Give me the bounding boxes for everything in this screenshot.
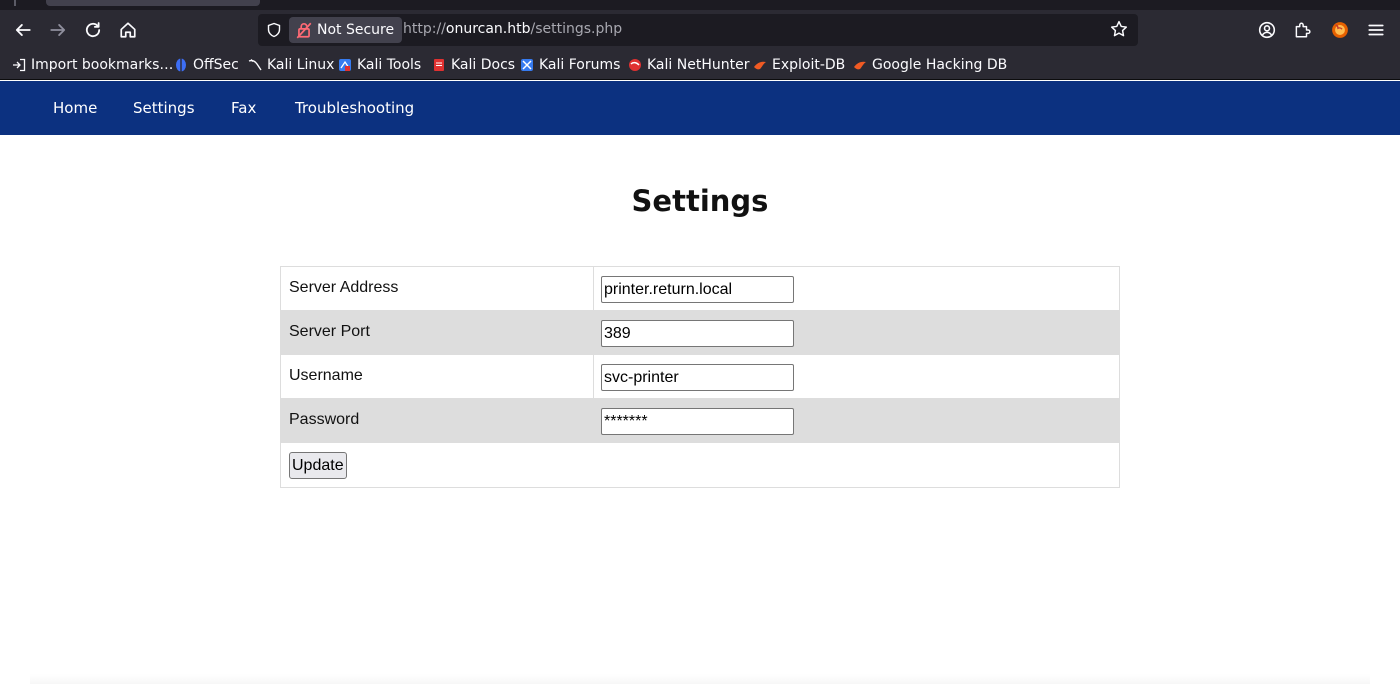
- url-bar[interactable]: Not Secure http://onurcan.htb/settings.p…: [258, 14, 1138, 46]
- server-address-input[interactable]: [601, 276, 794, 303]
- kali-tools-icon: [338, 58, 352, 72]
- kali-dragon-icon: [248, 58, 262, 72]
- offsec-icon: [174, 58, 188, 72]
- cell-divider: [593, 399, 594, 442]
- extensions-icon[interactable]: [1291, 19, 1313, 41]
- server-address-label: Server Address: [289, 279, 399, 296]
- active-tab[interactable]: [46, 0, 260, 6]
- bookmark-label: Exploit-DB: [772, 57, 846, 73]
- back-icon[interactable]: [9, 16, 37, 44]
- site-navbar: Home Settings Fax Troubleshooting: [0, 81, 1400, 135]
- username-label: Username: [289, 367, 363, 384]
- browser-toolbar: Not Secure http://onurcan.htb/settings.p…: [0, 10, 1400, 50]
- bookmark-kali-forums[interactable]: Kali Forums: [520, 55, 620, 75]
- bookmarks-toolbar: Import bookmarks… OffSec Kali Linux Kali…: [0, 50, 1400, 80]
- password-input[interactable]: [601, 408, 794, 435]
- table-row: Username: [281, 355, 1119, 399]
- bookmark-label: Kali Docs: [451, 57, 516, 73]
- bookmark-label: Kali NetHunter: [647, 57, 750, 73]
- table-row: Server Address: [281, 267, 1119, 311]
- update-button[interactable]: Update: [289, 452, 347, 479]
- ghdb-icon: [853, 58, 867, 72]
- bookmark-label: Kali Linux: [267, 57, 335, 73]
- table-row: Server Port: [281, 311, 1119, 355]
- tab-strip: [0, 0, 1400, 10]
- password-label: Password: [289, 411, 360, 428]
- nethunter-icon: [628, 58, 642, 72]
- bookmark-exploit-db[interactable]: Exploit-DB: [753, 55, 845, 75]
- firefox-icon[interactable]: [1329, 19, 1351, 41]
- nav-link-home[interactable]: Home: [53, 99, 97, 117]
- exploitdb-icon: [753, 58, 767, 72]
- url-path: /settings.php: [530, 21, 623, 37]
- server-port-label: Server Port: [289, 323, 370, 340]
- home-icon[interactable]: [114, 16, 142, 44]
- bookmark-import[interactable]: Import bookmarks…: [12, 55, 173, 75]
- tab-edge: [14, 0, 16, 6]
- kali-docs-icon: [432, 58, 446, 72]
- url-host: onurcan.htb: [445, 21, 531, 37]
- cell-divider: [593, 311, 594, 354]
- server-port-input[interactable]: [601, 320, 794, 347]
- star-icon[interactable]: [1110, 20, 1130, 40]
- table-row: Update: [281, 443, 1119, 487]
- reload-icon[interactable]: [79, 16, 107, 44]
- security-indicator[interactable]: Not Secure: [289, 17, 403, 43]
- table-row: Password: [281, 399, 1119, 443]
- bookmark-google-hacking-db[interactable]: Google Hacking DB: [853, 55, 1007, 75]
- menu-icon[interactable]: [1365, 19, 1387, 41]
- bookmark-kali-linux[interactable]: Kali Linux: [248, 55, 334, 75]
- nav-link-settings[interactable]: Settings: [133, 99, 195, 117]
- nav-link-fax[interactable]: Fax: [231, 99, 256, 117]
- cell-divider: [593, 267, 594, 310]
- bookmark-offsec[interactable]: OffSec: [174, 55, 239, 75]
- shield-icon[interactable]: [264, 20, 284, 40]
- bookmark-label: Google Hacking DB: [872, 57, 1008, 73]
- nav-link-troubleshooting[interactable]: Troubleshooting: [295, 99, 414, 117]
- account-icon[interactable]: [1256, 19, 1278, 41]
- bookmark-label: OffSec: [193, 57, 239, 73]
- bookmark-kali-nethunter[interactable]: Kali NetHunter: [628, 55, 749, 75]
- page-title: Settings: [631, 184, 769, 218]
- bookmark-label: Kali Forums: [539, 57, 621, 73]
- security-label: Not Secure: [317, 22, 395, 38]
- lock-icon: [295, 21, 313, 39]
- bookmark-label: Kali Tools: [357, 57, 422, 73]
- bookmark-kali-docs[interactable]: Kali Docs: [432, 55, 515, 75]
- bookmark-kali-tools[interactable]: Kali Tools: [338, 55, 421, 75]
- kali-forums-icon: [520, 58, 534, 72]
- cell-divider: [593, 355, 594, 398]
- forward-icon[interactable]: [44, 16, 72, 44]
- url-text[interactable]: http://onurcan.htb/settings.php: [403, 21, 622, 37]
- import-icon: [12, 58, 26, 72]
- page-footer-edge: [30, 674, 1370, 684]
- bookmark-label: Import bookmarks…: [31, 57, 174, 73]
- username-input[interactable]: [601, 364, 794, 391]
- settings-form: Server Address Server Port Username Pass…: [280, 266, 1120, 488]
- url-scheme: http://: [403, 21, 446, 37]
